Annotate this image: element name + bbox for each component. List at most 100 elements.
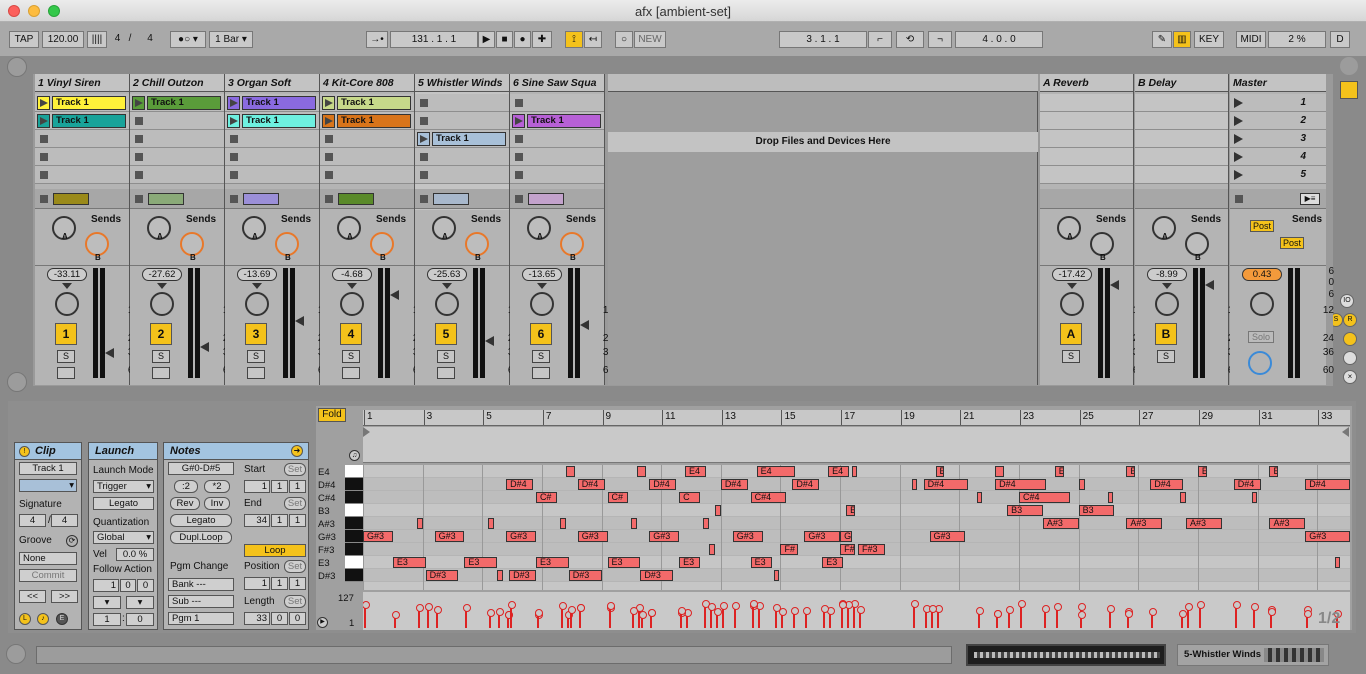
midi-note[interactable]: C# bbox=[535, 492, 557, 503]
clip-stop-icon[interactable] bbox=[135, 135, 143, 143]
start-sixteenth-field[interactable]: 1 bbox=[289, 480, 306, 493]
follow-icon[interactable]: →• bbox=[366, 31, 388, 48]
velocity-stem[interactable] bbox=[856, 606, 865, 628]
stop-icon[interactable]: ■ bbox=[496, 31, 513, 48]
midi-note[interactable]: D#4 bbox=[923, 479, 969, 490]
position-bar-field[interactable]: 1 bbox=[244, 577, 270, 590]
volume-fader-icon[interactable] bbox=[105, 348, 114, 358]
clip-slot[interactable] bbox=[225, 148, 319, 166]
punch-out-icon[interactable]: ¬ bbox=[928, 31, 952, 48]
midi-note[interactable]: D#4 bbox=[1305, 479, 1350, 490]
velocity-stem[interactable] bbox=[713, 608, 722, 628]
midi-note[interactable]: D#3 bbox=[568, 570, 602, 581]
end-bar-field[interactable]: 34 bbox=[244, 514, 270, 527]
midi-note[interactable]: E3 bbox=[464, 557, 498, 568]
velocity-stem[interactable] bbox=[934, 605, 943, 628]
midi-note[interactable]: B3 bbox=[1007, 505, 1043, 516]
velocity-stem[interactable] bbox=[827, 607, 836, 628]
pan-knob[interactable] bbox=[1060, 292, 1084, 316]
clip-stop-icon[interactable] bbox=[515, 135, 523, 143]
midi-note[interactable]: D#4 bbox=[720, 479, 748, 490]
volume-field[interactable]: -17.42 bbox=[1052, 268, 1092, 281]
solo-button[interactable]: S bbox=[247, 350, 265, 363]
velocity-stem[interactable] bbox=[558, 602, 567, 628]
midi-note[interactable]: G#3 bbox=[506, 531, 536, 542]
velocity-stem[interactable] bbox=[508, 601, 517, 628]
midi-note[interactable]: D#4 bbox=[649, 479, 677, 490]
loop-switch-icon[interactable]: ⟲ bbox=[896, 31, 924, 48]
velocity-stem[interactable] bbox=[1018, 600, 1026, 628]
midi-note[interactable]: D#4 bbox=[577, 479, 605, 490]
volume-slider-icon[interactable] bbox=[347, 283, 357, 289]
scene-slot[interactable]: 2 bbox=[1230, 112, 1326, 130]
notes-legato-button[interactable]: Legato bbox=[170, 514, 232, 527]
midi-note[interactable]: D#4 bbox=[1150, 479, 1183, 490]
metronome-toggle-icon[interactable]: ●○ ▾ bbox=[170, 31, 206, 48]
volume-slider-icon[interactable] bbox=[62, 283, 72, 289]
midi-note[interactable]: D#4 bbox=[506, 479, 533, 490]
note-grid[interactable]: E4 E4 E4 E E E E E D#4 D#4 D#4 D#4 D#4 D#4 D#4 D#4 D#4 D#… bbox=[363, 465, 1350, 590]
returns-toggle-icon[interactable]: R bbox=[1343, 313, 1357, 327]
velocity-stem[interactable] bbox=[779, 608, 788, 628]
velocity-stem[interactable] bbox=[791, 607, 800, 628]
clip-launch-icon[interactable] bbox=[227, 96, 240, 110]
volume-slider-icon[interactable] bbox=[1067, 283, 1077, 289]
velocity-stem[interactable] bbox=[576, 604, 585, 628]
midi-note[interactable]: D#3 bbox=[509, 570, 536, 581]
note-range-field[interactable]: G#0-D#5 bbox=[168, 462, 234, 475]
loop-button[interactable]: Loop bbox=[244, 544, 306, 557]
midi-note[interactable]: A#3 bbox=[1126, 518, 1163, 529]
midi-note[interactable] bbox=[714, 505, 721, 516]
volume-fader-icon[interactable] bbox=[1205, 280, 1214, 290]
start-set-button[interactable]: Set bbox=[284, 463, 306, 476]
track-title[interactable]: 2 Chill Outzon bbox=[130, 74, 224, 92]
master-solo-button[interactable]: Solo bbox=[1248, 331, 1274, 343]
mixer-toggle-icon[interactable] bbox=[1340, 81, 1358, 99]
selected-track-indicator[interactable]: 5-Whistler Winds bbox=[1177, 644, 1329, 666]
clip-overview-thumbnail[interactable] bbox=[966, 644, 1166, 666]
velocity-editor[interactable] bbox=[363, 592, 1350, 630]
follow-action-b-select[interactable]: ▾ bbox=[126, 596, 154, 609]
clip-stop-icon[interactable] bbox=[230, 135, 238, 143]
midi-note[interactable]: A#3 bbox=[1269, 518, 1306, 529]
invert-button[interactable]: Inv bbox=[204, 497, 230, 510]
midi-note[interactable]: G#3 bbox=[1305, 531, 1350, 542]
midi-note[interactable]: C# bbox=[607, 492, 629, 503]
clip-slot[interactable] bbox=[225, 130, 319, 148]
midi-note[interactable]: D#4 bbox=[792, 479, 820, 490]
clip-launch-icon[interactable] bbox=[37, 114, 50, 128]
loop-start-marker[interactable] bbox=[363, 427, 370, 437]
back-to-arrangement-icon[interactable]: ↤ bbox=[584, 31, 602, 48]
midi-note[interactable] bbox=[631, 518, 638, 529]
start-beat-field[interactable]: 1 bbox=[271, 480, 288, 493]
midi-note[interactable]: E4 bbox=[756, 466, 796, 477]
clip-slot[interactable]: Track 1 bbox=[35, 94, 129, 112]
velocity-stem[interactable] bbox=[630, 607, 639, 628]
track-title[interactable]: 1 Vinyl Siren bbox=[35, 74, 129, 92]
velocity-stem[interactable] bbox=[749, 600, 758, 628]
master-title[interactable]: Master bbox=[1230, 74, 1326, 92]
post-button-b[interactable]: Post bbox=[1280, 237, 1304, 249]
track-activator-button[interactable]: 2 bbox=[150, 323, 172, 345]
scene-launch-icon[interactable] bbox=[1234, 98, 1243, 108]
velocity-stem[interactable] bbox=[487, 609, 496, 628]
velocity-stem[interactable] bbox=[701, 600, 710, 628]
session-record-icon[interactable]: ○ bbox=[615, 31, 633, 48]
clip-stop-icon[interactable] bbox=[40, 171, 48, 179]
velocity-stem[interactable] bbox=[639, 611, 648, 628]
clip-stop-icon[interactable] bbox=[420, 171, 428, 179]
piano-key[interactable] bbox=[345, 491, 363, 504]
midi-note[interactable]: B bbox=[846, 505, 855, 516]
volume-field[interactable]: -4.68 bbox=[332, 268, 372, 281]
clip-stop-icon[interactable] bbox=[420, 153, 428, 161]
record-icon[interactable]: ● bbox=[514, 31, 531, 48]
song-position-field[interactable]: 131 . 1 . 1 bbox=[390, 31, 478, 48]
arm-button[interactable] bbox=[152, 367, 170, 379]
midi-note[interactable] bbox=[702, 518, 709, 529]
launch-box-toggle-icon[interactable]: L bbox=[19, 613, 31, 625]
velocity-stem[interactable] bbox=[731, 602, 740, 628]
velocity-stem[interactable] bbox=[1196, 601, 1205, 628]
clip-slot[interactable] bbox=[510, 148, 604, 166]
clip-activator-icon[interactable]: ! bbox=[19, 446, 30, 457]
envelopes-box-toggle-icon[interactable]: E bbox=[56, 613, 68, 625]
